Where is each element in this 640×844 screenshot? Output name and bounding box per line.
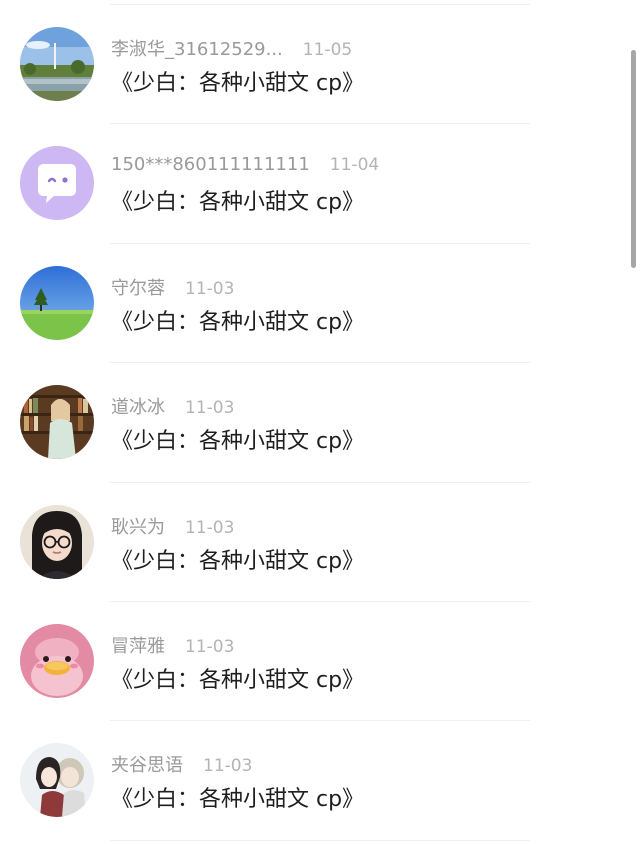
comment-date: 11-03 bbox=[185, 636, 235, 657]
row-divider bbox=[110, 839, 530, 841]
comment-date: 11-03 bbox=[185, 398, 235, 419]
glasses-girl-avatar[interactable] bbox=[20, 504, 94, 579]
comment-meta: 冒萍雅 11-03 bbox=[111, 632, 234, 658]
comment-list: 李淑华_31612529... 11-05 《少白：各种小甜文 cp》 150*… bbox=[0, 5, 640, 841]
comment-date: 11-05 bbox=[302, 40, 353, 60]
comment-meta: 道冰冰 11-03 bbox=[111, 393, 234, 419]
landscape-lake-avatar[interactable] bbox=[20, 27, 94, 101]
comment-item[interactable]: 守尔蓉 11-03 《少白：各种小甜文 cp》 bbox=[0, 244, 640, 364]
username[interactable]: 夹谷思语 bbox=[111, 751, 183, 777]
comment-text: 《少白：各种小甜文 cp》 bbox=[111, 787, 365, 813]
comment-meta: 守尔蓉 11-03 bbox=[111, 274, 234, 300]
comment-text: 《少白：各种小甜文 cp》 bbox=[111, 309, 365, 335]
comment-item[interactable]: 150***860111111111 11-04 《少白：各种小甜文 cp》 bbox=[0, 124, 640, 244]
tree-field-avatar[interactable] bbox=[20, 265, 94, 340]
comment-item[interactable]: 耿兴为 11-03 《少白：各种小甜文 cp》 bbox=[0, 483, 640, 602]
comment-date: 11-03 bbox=[203, 756, 253, 777]
comment-item[interactable]: 冒萍雅 11-03 《少白：各种小甜文 cp》 bbox=[0, 602, 640, 722]
comment-item[interactable]: 夹谷思语 11-03 《少白：各种小甜文 cp》 bbox=[0, 721, 640, 841]
pink-duck-avatar[interactable] bbox=[20, 623, 94, 698]
anime-couple-avatar[interactable] bbox=[20, 743, 94, 818]
library-girl-avatar[interactable] bbox=[20, 385, 94, 460]
comment-text: 《少白：各种小甜文 cp》 bbox=[111, 429, 365, 455]
scrollbar[interactable] bbox=[631, 50, 636, 268]
comment-item[interactable]: 李淑华_31612529... 11-05 《少白：各种小甜文 cp》 bbox=[0, 5, 640, 125]
comment-text: 《少白：各种小甜文 cp》 bbox=[111, 667, 365, 693]
username[interactable]: 李淑华_31612529... bbox=[111, 35, 283, 61]
comment-text: 《少白：各种小甜文 cp》 bbox=[111, 190, 365, 216]
username[interactable]: 冒萍雅 bbox=[111, 632, 165, 658]
comment-meta: 150***860111111111 11-04 bbox=[111, 154, 379, 175]
username[interactable]: 道冰冰 bbox=[111, 393, 165, 419]
username[interactable]: 150***860111111111 bbox=[111, 154, 310, 175]
comment-meta: 夹谷思语 11-03 bbox=[111, 751, 252, 777]
comment-meta: 李淑华_31612529... 11-05 bbox=[111, 35, 352, 61]
username[interactable]: 守尔蓉 bbox=[111, 274, 165, 300]
comment-item[interactable]: 道冰冰 11-03 《少白：各种小甜文 cp》 bbox=[0, 363, 640, 483]
comment-text: 《少白：各种小甜文 cp》 bbox=[111, 548, 365, 574]
username[interactable]: 耿兴为 bbox=[111, 513, 165, 539]
comment-text: 《少白：各种小甜文 cp》 bbox=[111, 71, 365, 96]
chat-bubble-avatar[interactable] bbox=[20, 146, 94, 221]
comment-date: 11-04 bbox=[329, 155, 380, 176]
comment-meta: 耿兴为 11-03 bbox=[111, 513, 234, 539]
comment-date: 11-03 bbox=[185, 517, 235, 538]
comment-date: 11-03 bbox=[185, 278, 235, 299]
